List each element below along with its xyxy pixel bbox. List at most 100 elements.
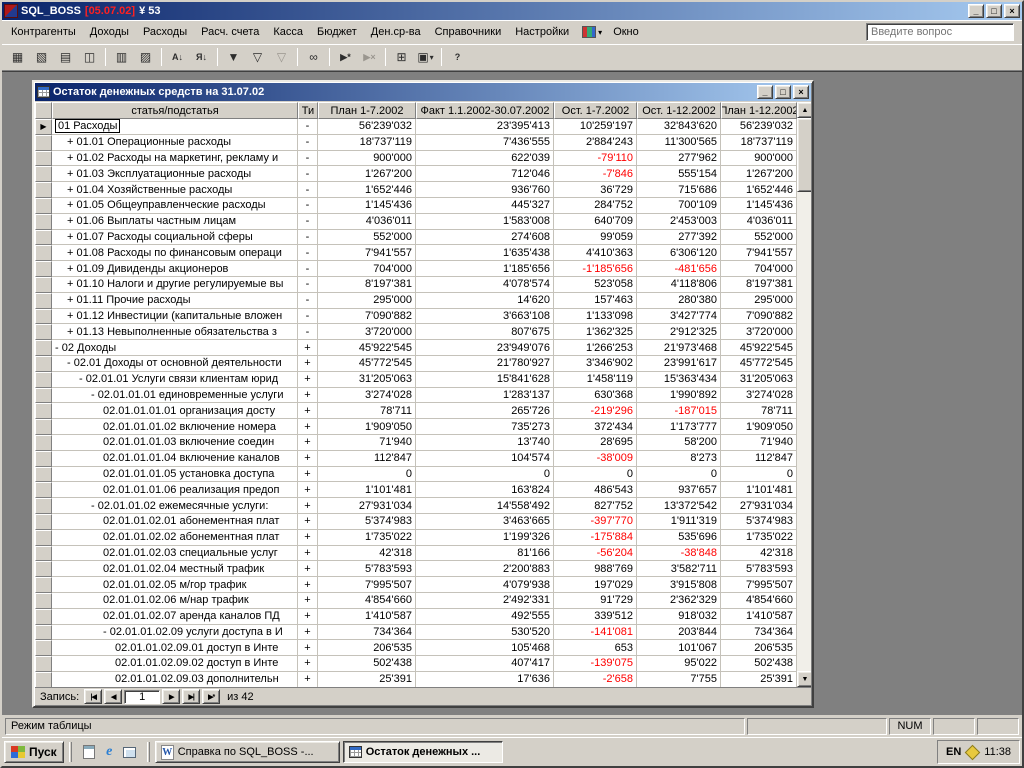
cell-type[interactable]: - xyxy=(298,119,318,135)
cell-value[interactable]: 704'000 xyxy=(318,261,416,277)
cell-value[interactable]: 1'145'436 xyxy=(721,198,797,214)
cell-value[interactable]: 8'273 xyxy=(637,451,721,467)
cell-value[interactable]: 4'079'938 xyxy=(416,577,554,593)
language-indicator[interactable]: EN xyxy=(946,746,961,758)
cell-type[interactable]: + xyxy=(298,530,318,546)
cell-article[interactable]: 02.01.01.01.03 включение соедин xyxy=(52,435,298,451)
cell-value[interactable]: 4'118'806 xyxy=(637,277,721,293)
cell-type[interactable]: + xyxy=(298,546,318,562)
cell-value[interactable]: 1'173'777 xyxy=(637,419,721,435)
cell-value[interactable]: 1'909'050 xyxy=(318,419,416,435)
row-selector[interactable] xyxy=(35,356,52,372)
cell-article[interactable]: + 01.11 Прочие расходы xyxy=(52,293,298,309)
cell-article[interactable]: + 01.06 Выплаты частным лицам xyxy=(52,214,298,230)
minimize-button[interactable]: _ xyxy=(968,4,984,18)
cell-value[interactable]: 104'574 xyxy=(416,451,554,467)
cell-type[interactable]: + xyxy=(298,356,318,372)
cell-article[interactable]: + 01.13 Невыполненные обязательства з xyxy=(52,324,298,340)
cell-article[interactable]: 01 Расходы xyxy=(52,119,298,135)
cell-type[interactable]: - xyxy=(298,293,318,309)
cell-value[interactable]: 0 xyxy=(721,467,797,483)
cell-type[interactable]: + xyxy=(298,672,318,687)
cell-value[interactable]: 3'720'000 xyxy=(721,324,797,340)
cell-value[interactable]: 1'583'008 xyxy=(416,214,554,230)
menu-grid-dropdown-icon[interactable]: ▾ xyxy=(598,28,602,37)
cell-value[interactable]: 25'391 xyxy=(721,672,797,687)
cell-type[interactable]: + xyxy=(298,593,318,609)
cell-value[interactable]: 3'346'902 xyxy=(554,356,637,372)
cell-article[interactable]: + 01.05 Общеуправленческие расходы xyxy=(52,198,298,214)
cell-value[interactable]: 280'380 xyxy=(637,293,721,309)
cell-type[interactable]: - xyxy=(298,166,318,182)
cell-value[interactable]: 1'735'022 xyxy=(721,530,797,546)
cell-value[interactable]: 295'000 xyxy=(721,293,797,309)
cell-article[interactable]: 02.01.01.02.03 специальные услуг xyxy=(52,546,298,562)
menu-item-window[interactable]: Окно xyxy=(606,22,646,42)
cell-article[interactable]: - 02.01 Доходы от основной деятельности xyxy=(52,356,298,372)
cell-value[interactable]: 3'720'000 xyxy=(318,324,416,340)
cell-value[interactable]: 56'239'032 xyxy=(318,119,416,135)
cell-value[interactable]: 502'438 xyxy=(721,656,797,672)
cell-value[interactable]: 1'990'892 xyxy=(637,388,721,404)
cell-value[interactable]: 1'652'446 xyxy=(318,182,416,198)
cell-type[interactable]: + xyxy=(298,640,318,656)
cell-type[interactable]: + xyxy=(298,656,318,672)
menu-item-2[interactable]: Доходы xyxy=(83,22,136,42)
cell-value[interactable]: 734'364 xyxy=(721,625,797,641)
cell-value[interactable]: -141'081 xyxy=(554,625,637,641)
internet-explorer-icon[interactable]: e xyxy=(101,744,118,761)
cell-value[interactable]: 1'266'253 xyxy=(554,340,637,356)
vertical-scrollbar[interactable]: ▲ ▼ xyxy=(797,102,811,687)
sort-ascending-button[interactable]: А↓ xyxy=(166,47,189,68)
cell-value[interactable]: 988'769 xyxy=(554,561,637,577)
cell-value[interactable]: 0 xyxy=(318,467,416,483)
cell-type[interactable]: + xyxy=(298,625,318,641)
cell-article[interactable]: + 01.03 Эксплуатационные расходы xyxy=(52,166,298,182)
row-selector[interactable] xyxy=(35,261,52,277)
cell-value[interactable]: 15'841'628 xyxy=(416,372,554,388)
cell-value[interactable]: -2'658 xyxy=(554,672,637,687)
filter-by-form-button[interactable]: ▽ xyxy=(246,47,269,68)
cell-value[interactable]: 157'463 xyxy=(554,293,637,309)
cell-value[interactable]: 197'029 xyxy=(554,577,637,593)
cell-value[interactable]: 492'555 xyxy=(416,609,554,625)
maximize-button[interactable]: □ xyxy=(986,4,1002,18)
row-selector[interactable] xyxy=(35,230,52,246)
cell-value[interactable]: 7'436'555 xyxy=(416,135,554,151)
cell-value[interactable]: 265'726 xyxy=(416,403,554,419)
cell-value[interactable]: 1'909'050 xyxy=(721,419,797,435)
cell-value[interactable]: -1'185'656 xyxy=(554,261,637,277)
cell-value[interactable]: 7'941'557 xyxy=(318,245,416,261)
cell-type[interactable]: + xyxy=(298,403,318,419)
cell-type[interactable]: - xyxy=(298,324,318,340)
relationships-button[interactable]: ▧ xyxy=(30,47,53,68)
cell-value[interactable]: 8'197'381 xyxy=(318,277,416,293)
cell-value[interactable]: 900'000 xyxy=(721,151,797,167)
cell-value[interactable]: -38'009 xyxy=(554,451,637,467)
column-header-2[interactable]: Ти xyxy=(298,102,318,119)
last-record-button[interactable]: ▶| xyxy=(182,689,200,704)
row-selector[interactable] xyxy=(35,656,52,672)
row-selector[interactable] xyxy=(35,214,52,230)
cell-value[interactable]: 1'199'326 xyxy=(416,530,554,546)
cell-value[interactable]: 5'783'593 xyxy=(721,561,797,577)
row-selector[interactable] xyxy=(35,467,52,483)
cell-value[interactable]: 206'535 xyxy=(318,640,416,656)
cell-value[interactable]: 535'696 xyxy=(637,530,721,546)
cell-value[interactable]: 31'205'063 xyxy=(721,372,797,388)
cell-value[interactable]: 71'940 xyxy=(721,435,797,451)
cell-value[interactable]: 2'453'003 xyxy=(637,214,721,230)
row-selector[interactable] xyxy=(35,182,52,198)
row-selector[interactable] xyxy=(35,324,52,340)
cell-value[interactable]: 36'729 xyxy=(554,182,637,198)
cell-value[interactable]: 640'709 xyxy=(554,214,637,230)
cell-value[interactable]: 1'735'022 xyxy=(318,530,416,546)
cell-article[interactable]: + 01.09 Дивиденды акционеров xyxy=(52,261,298,277)
cell-value[interactable]: 78'711 xyxy=(318,403,416,419)
cell-value[interactable]: 2'884'243 xyxy=(554,135,637,151)
menu-item-9[interactable]: Настройки xyxy=(508,22,576,42)
print-preview-button[interactable]: ◫ xyxy=(78,47,101,68)
close-button[interactable]: × xyxy=(1004,4,1020,18)
cell-value[interactable]: 7'090'882 xyxy=(721,309,797,325)
paste-button[interactable]: ▨ xyxy=(134,47,157,68)
